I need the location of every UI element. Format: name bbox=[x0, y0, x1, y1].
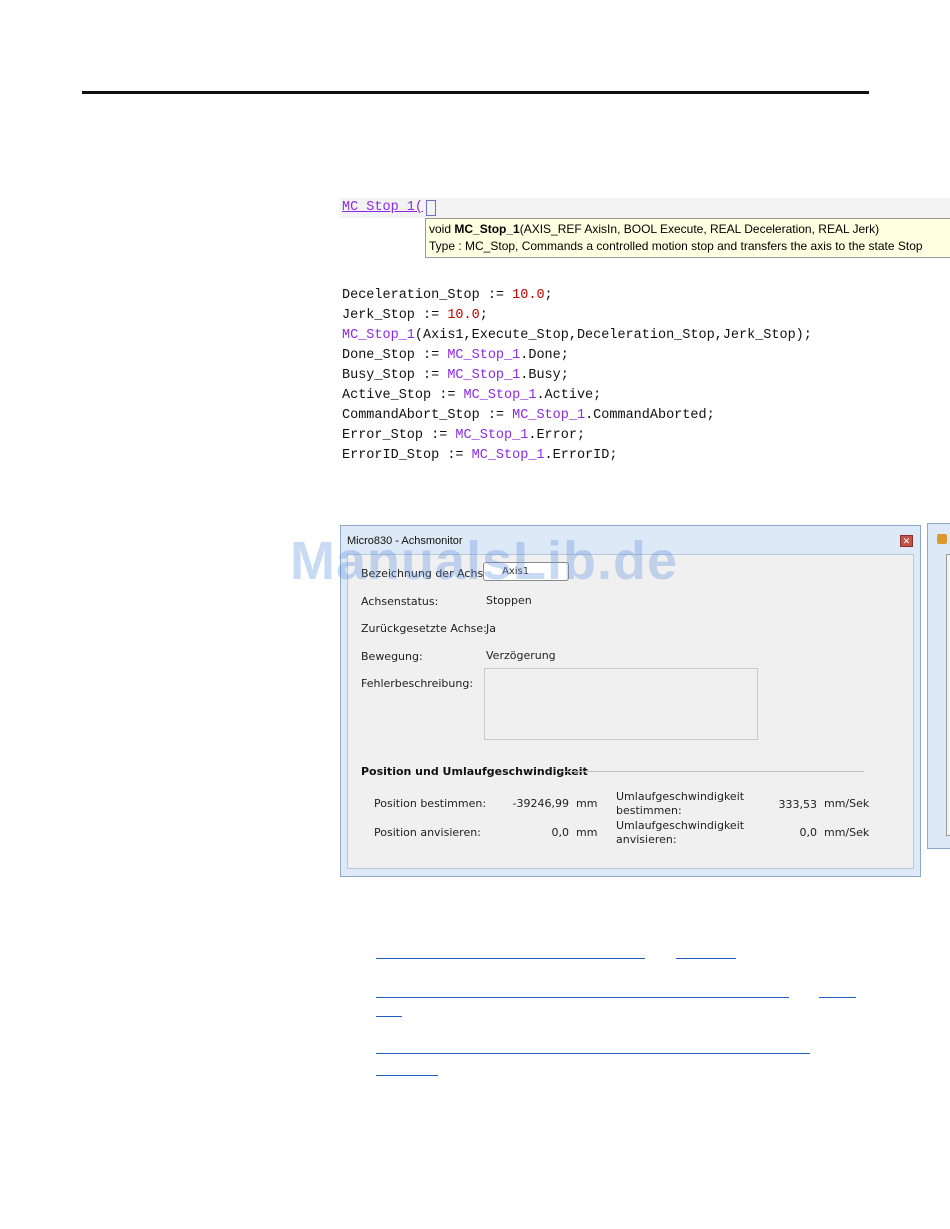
watermark: ManualsLib.de bbox=[290, 531, 679, 591]
section-title: Position und Umlaufgeschwindigkeit bbox=[361, 765, 588, 778]
code-token: Busy_Stop := bbox=[342, 368, 448, 383]
link-1[interactable] bbox=[376, 958, 645, 959]
code-token: .Busy; bbox=[520, 368, 569, 383]
code-token: MC_Stop_1 bbox=[447, 348, 521, 363]
code-token: MC_Stop_1 bbox=[471, 448, 545, 463]
code-token: MC_Stop_1 bbox=[463, 388, 537, 403]
axis-status-label: Achsenstatus: bbox=[361, 595, 439, 608]
link-6[interactable] bbox=[376, 1053, 810, 1054]
code-line[interactable]: MC_Stop_1(Axis1,Execute_Stop,Deceleratio… bbox=[342, 326, 812, 346]
code-token: MC_Stop_1 bbox=[455, 428, 529, 443]
error-description-label: Fehlerbeschreibung: bbox=[361, 677, 474, 690]
error-description-box[interactable] bbox=[484, 668, 758, 740]
code-token: Deceleration_Stop := bbox=[342, 288, 513, 303]
position-target-value: 0,0 bbox=[551, 826, 570, 839]
app-icon bbox=[937, 534, 947, 544]
code-line[interactable]: Active_Stop := MC_Stop_1.Active; bbox=[342, 386, 601, 406]
reset-axis-label: Zurückgesetzte Achse: bbox=[361, 622, 487, 635]
code-line[interactable]: CommandAbort_Stop := MC_Stop_1.CommandAb… bbox=[342, 406, 715, 426]
code-token: .Error; bbox=[528, 428, 586, 443]
velocity-actual-label-1: Umlaufgeschwindigkeit bbox=[616, 790, 745, 803]
tooltip-signature: void MC_Stop_1(AXIS_REF AxisIn, BOOL Exe… bbox=[429, 222, 880, 236]
code-token: (Axis1,Execute_Stop,Deceleration_Stop,Je… bbox=[414, 328, 812, 343]
code-token: Active_Stop := bbox=[342, 388, 464, 403]
motion-value: Verzögerung bbox=[486, 649, 556, 662]
code-token: 10.0 bbox=[447, 308, 480, 323]
second-window-partial bbox=[927, 523, 950, 849]
link-4[interactable] bbox=[819, 997, 856, 998]
velocity-actual-unit: mm/Sek bbox=[824, 797, 870, 810]
code-token: ; bbox=[544, 288, 553, 303]
link-2[interactable] bbox=[676, 958, 736, 959]
code-token: MC_Stop_1 bbox=[512, 408, 586, 423]
link-3[interactable] bbox=[376, 997, 789, 998]
code-line[interactable]: Error_Stop := MC_Stop_1.Error; bbox=[342, 426, 585, 446]
velocity-target-unit: mm/Sek bbox=[824, 826, 870, 839]
code-token: Jerk_Stop := bbox=[342, 308, 448, 323]
position-target-unit: mm bbox=[576, 826, 598, 839]
link-5[interactable] bbox=[376, 1016, 402, 1017]
code-token: 10.0 bbox=[512, 288, 545, 303]
reset-axis-value: Ja bbox=[486, 622, 496, 635]
position-actual-unit: mm bbox=[576, 797, 598, 810]
text-caret bbox=[426, 200, 436, 216]
code-token: .ErrorID; bbox=[544, 448, 618, 463]
section-divider bbox=[560, 771, 864, 772]
motion-label: Bewegung: bbox=[361, 650, 423, 663]
code-input-line[interactable]: MC_Stop_1( bbox=[342, 198, 423, 218]
link-7[interactable] bbox=[376, 1075, 438, 1076]
close-icon[interactable]: ✕ bbox=[900, 535, 913, 547]
code-line[interactable]: Busy_Stop := MC_Stop_1.Busy; bbox=[342, 366, 569, 386]
code-line[interactable]: Jerk_Stop := 10.0; bbox=[342, 306, 488, 326]
code-token: CommandAbort_Stop := bbox=[342, 408, 513, 423]
intellisense-tooltip: void MC_Stop_1(AXIS_REF AxisIn, BOOL Exe… bbox=[425, 218, 950, 258]
velocity-actual-value: 333,53 bbox=[778, 798, 818, 811]
code-token: .CommandAborted; bbox=[585, 408, 715, 423]
code-token: MC_Stop_1 bbox=[342, 328, 415, 343]
header-rule bbox=[82, 91, 869, 94]
code-token: ErrorID_Stop := bbox=[342, 448, 472, 463]
code-token: MC_Stop_1 bbox=[447, 368, 521, 383]
code-token: Error_Stop := bbox=[342, 428, 456, 443]
code-line[interactable]: ErrorID_Stop := MC_Stop_1.ErrorID; bbox=[342, 446, 617, 466]
tooltip-description: Type : MC_Stop, Commands a controlled mo… bbox=[429, 239, 923, 253]
axis-status-value: Stoppen bbox=[486, 594, 532, 607]
code-line[interactable]: Deceleration_Stop := 10.0; bbox=[342, 286, 553, 306]
velocity-target-value: 0,0 bbox=[799, 826, 818, 839]
code-line[interactable]: Done_Stop := MC_Stop_1.Done; bbox=[342, 346, 569, 366]
velocity-actual-label-2: bestimmen: bbox=[616, 804, 682, 817]
code-token: Done_Stop := bbox=[342, 348, 448, 363]
velocity-target-label-2: anvisieren: bbox=[616, 833, 677, 846]
code-token: .Done; bbox=[520, 348, 569, 363]
code-token: .Active; bbox=[536, 388, 602, 403]
position-actual-value: -39246,99 bbox=[512, 797, 569, 810]
second-window-panel bbox=[946, 554, 950, 836]
code-token: ; bbox=[479, 308, 488, 323]
position-target-label: Position anvisieren: bbox=[374, 826, 481, 839]
velocity-target-label-1: Umlaufgeschwindigkeit bbox=[616, 819, 745, 832]
